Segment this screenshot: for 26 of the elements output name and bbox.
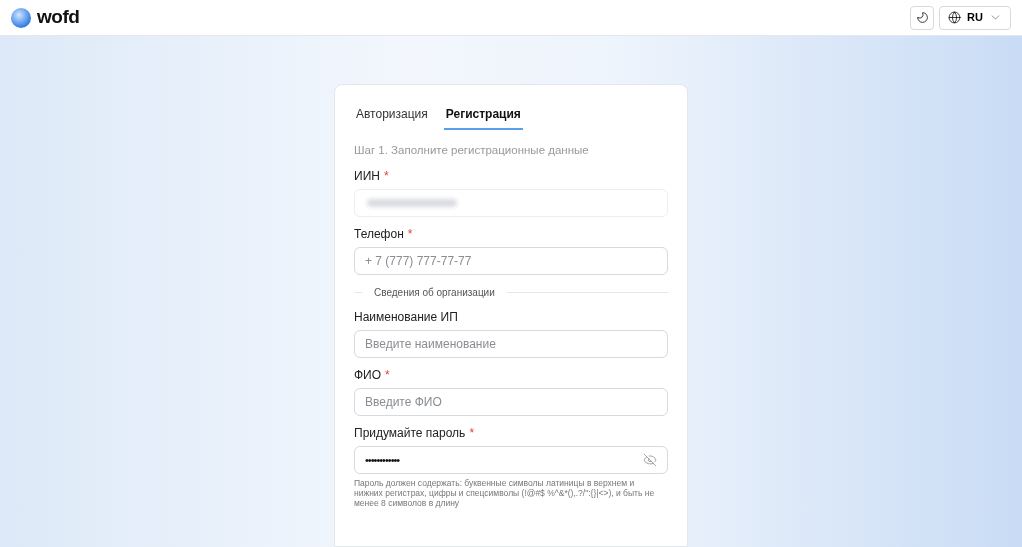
input-field[interactable]: Введите наименование [354,330,668,359]
moon-icon [915,11,929,24]
eye-off-icon[interactable] [643,453,657,468]
field-label: ИИН [354,169,380,184]
tab[interactable]: Авторизация [354,105,430,130]
input-field[interactable] [354,189,668,218]
logo-text[interactable]: wofd [37,3,80,32]
language-button[interactable]: RU [939,5,1011,30]
globe-icon [948,11,962,24]
field-label: Телефон [354,227,404,242]
tab[interactable]: Регистрация [443,105,523,130]
required-mark: * [385,368,390,383]
required-mark: * [469,426,475,441]
section-title: Сведения об организации [374,286,495,301]
input-field[interactable]: Введите ФИО [354,388,668,417]
field-label: ФИО [354,368,382,383]
theme-toggle-button[interactable] [910,5,935,30]
step-text: Шаг 1. Заполните регистрационные данные [354,143,590,158]
field-label: Придумайте пароль [354,426,466,441]
required-mark: * [407,227,413,242]
logo-icon [11,7,31,28]
password-hint: Пароль должен содержать: буквенные символы латиницы в верхнем и нижних регистрах, цифры и спецсимволы (!@#$ %^&*(),.?/":{}|<>), и быть не менее 8 символов в длину [354,478,656,509]
required-mark: * [383,169,389,184]
input-field[interactable]: + 7 (777) 777-77-77 [354,247,668,276]
password-field[interactable]: •••••••••••• [354,446,668,475]
field-label: Наименование ИП [354,310,458,325]
